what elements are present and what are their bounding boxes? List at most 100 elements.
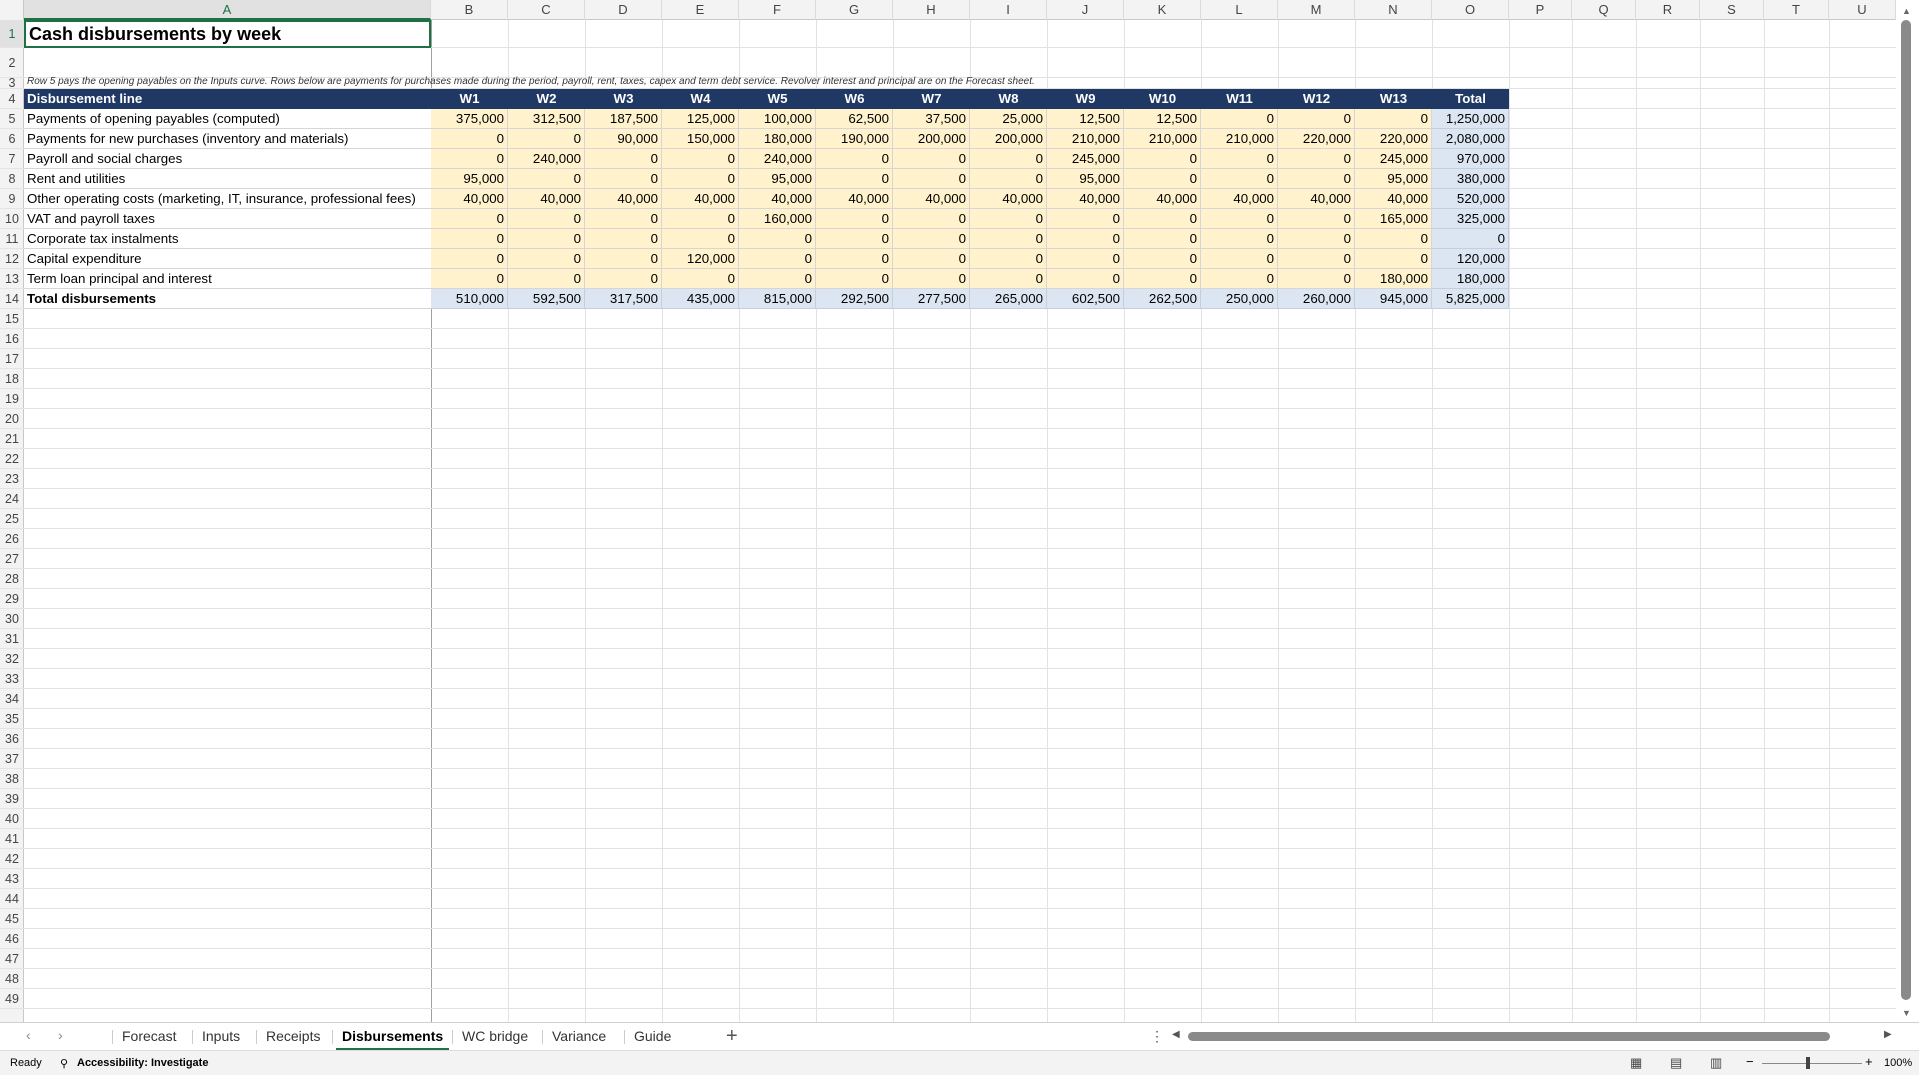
value-cell[interactable]: 0 bbox=[585, 169, 662, 189]
column-header-f[interactable]: F bbox=[739, 0, 816, 20]
value-cell[interactable]: 0 bbox=[1201, 269, 1278, 289]
row-header-35[interactable]: 35 bbox=[0, 709, 24, 729]
horizontal-scroll-thumb[interactable] bbox=[1188, 1032, 1830, 1041]
value-cell[interactable]: 0 bbox=[893, 269, 970, 289]
value-cell[interactable]: 0 bbox=[970, 269, 1047, 289]
sheet-tab-wc-bridge[interactable]: WC bridge bbox=[456, 1023, 534, 1051]
more-options-icon[interactable]: ⋮ bbox=[1150, 1028, 1164, 1045]
value-cell[interactable]: 0 bbox=[893, 149, 970, 169]
value-cell[interactable]: 0 bbox=[1278, 249, 1355, 269]
value-cell[interactable]: 40,000 bbox=[1047, 189, 1124, 209]
value-cell[interactable]: 0 bbox=[1124, 169, 1201, 189]
value-cell[interactable]: 40,000 bbox=[1278, 189, 1355, 209]
column-header-g[interactable]: G bbox=[816, 0, 893, 20]
value-cell[interactable]: 0 bbox=[1201, 169, 1278, 189]
value-cell[interactable]: 0 bbox=[1201, 109, 1278, 129]
column-header-p[interactable]: P bbox=[1509, 0, 1572, 20]
row-header-23[interactable]: 23 bbox=[0, 469, 24, 489]
value-cell[interactable]: 0 bbox=[508, 129, 585, 149]
row-label-cell[interactable]: Rent and utilities bbox=[24, 169, 431, 189]
total-value-cell[interactable]: 262,500 bbox=[1124, 289, 1201, 309]
value-cell[interactable]: 100,000 bbox=[739, 109, 816, 129]
row-label-cell[interactable]: Payroll and social charges bbox=[24, 149, 431, 169]
row-header-39[interactable]: 39 bbox=[0, 789, 24, 809]
table-header-cell[interactable]: Total bbox=[1432, 89, 1509, 109]
value-cell[interactable]: 0 bbox=[585, 229, 662, 249]
value-cell[interactable]: 0 bbox=[662, 269, 739, 289]
value-cell[interactable]: 160,000 bbox=[739, 209, 816, 229]
value-cell[interactable]: 0 bbox=[816, 229, 893, 249]
value-cell[interactable]: 0 bbox=[1124, 209, 1201, 229]
total-value-cell[interactable]: 317,500 bbox=[585, 289, 662, 309]
total-value-cell[interactable]: 292,500 bbox=[816, 289, 893, 309]
value-cell[interactable]: 380,000 bbox=[1432, 169, 1509, 189]
column-header-m[interactable]: M bbox=[1278, 0, 1355, 20]
column-header-h[interactable]: H bbox=[893, 0, 970, 20]
table-header-cell[interactable]: W6 bbox=[816, 89, 893, 109]
row-header-8[interactable]: 8 bbox=[0, 169, 24, 189]
value-cell[interactable]: 40,000 bbox=[816, 189, 893, 209]
value-cell[interactable]: 0 bbox=[1124, 149, 1201, 169]
value-cell[interactable]: 120,000 bbox=[662, 249, 739, 269]
value-cell[interactable]: 0 bbox=[1201, 209, 1278, 229]
total-value-cell[interactable]: 435,000 bbox=[662, 289, 739, 309]
value-cell[interactable]: 125,000 bbox=[662, 109, 739, 129]
column-header-q[interactable]: Q bbox=[1572, 0, 1636, 20]
vertical-scrollbar[interactable]: ▲ ▼ bbox=[1896, 0, 1919, 1022]
scroll-up-icon[interactable]: ▲ bbox=[1902, 6, 1911, 16]
row-header-2[interactable]: 2 bbox=[0, 48, 24, 78]
value-cell[interactable]: 0 bbox=[431, 129, 508, 149]
value-cell[interactable]: 40,000 bbox=[585, 189, 662, 209]
sheet-tab-receipts[interactable]: Receipts bbox=[260, 1023, 326, 1051]
row-header-44[interactable]: 44 bbox=[0, 889, 24, 909]
value-cell[interactable]: 150,000 bbox=[662, 129, 739, 149]
value-cell[interactable]: 40,000 bbox=[893, 189, 970, 209]
row-header-41[interactable]: 41 bbox=[0, 829, 24, 849]
row-header-42[interactable]: 42 bbox=[0, 849, 24, 869]
value-cell[interactable]: 0 bbox=[970, 249, 1047, 269]
page-break-icon[interactable]: ▥ bbox=[1710, 1055, 1722, 1071]
row-header-12[interactable]: 12 bbox=[0, 249, 24, 269]
row-label-cell[interactable]: Payments of opening payables (computed) bbox=[24, 109, 431, 129]
row-header-36[interactable]: 36 bbox=[0, 729, 24, 749]
scroll-down-icon[interactable]: ▼ bbox=[1902, 1008, 1911, 1018]
title-cell[interactable]: Cash disbursements by week bbox=[24, 20, 431, 48]
total-value-cell[interactable]: 260,000 bbox=[1278, 289, 1355, 309]
row-header-3[interactable]: 3 bbox=[0, 77, 24, 89]
sheet-tab-variance[interactable]: Variance bbox=[546, 1023, 612, 1051]
row-header-7[interactable]: 7 bbox=[0, 149, 24, 169]
row-header-20[interactable]: 20 bbox=[0, 409, 24, 429]
value-cell[interactable]: 25,000 bbox=[970, 109, 1047, 129]
zoom-slider-handle[interactable] bbox=[1806, 1057, 1810, 1069]
value-cell[interactable]: 165,000 bbox=[1355, 209, 1432, 229]
value-cell[interactable]: 40,000 bbox=[662, 189, 739, 209]
value-cell[interactable]: 375,000 bbox=[431, 109, 508, 129]
table-header-cell[interactable]: Disbursement line bbox=[24, 89, 431, 109]
value-cell[interactable]: 0 bbox=[662, 229, 739, 249]
row-header-37[interactable]: 37 bbox=[0, 749, 24, 769]
value-cell[interactable]: 210,000 bbox=[1124, 129, 1201, 149]
value-cell[interactable]: 0 bbox=[970, 209, 1047, 229]
value-cell[interactable]: 970,000 bbox=[1432, 149, 1509, 169]
table-header-cell[interactable]: W10 bbox=[1124, 89, 1201, 109]
value-cell[interactable]: 0 bbox=[1124, 249, 1201, 269]
value-cell[interactable]: 0 bbox=[508, 269, 585, 289]
value-cell[interactable]: 0 bbox=[739, 249, 816, 269]
add-sheet-icon[interactable]: + bbox=[726, 1025, 738, 1048]
table-header-cell[interactable]: W7 bbox=[893, 89, 970, 109]
row-header-24[interactable]: 24 bbox=[0, 489, 24, 509]
value-cell[interactable]: 0 bbox=[585, 249, 662, 269]
value-cell[interactable]: 0 bbox=[431, 229, 508, 249]
accessibility-icon[interactable]: ⚲ bbox=[60, 1057, 68, 1070]
row-header-4[interactable]: 4 bbox=[0, 89, 24, 109]
value-cell[interactable]: 180,000 bbox=[739, 129, 816, 149]
value-cell[interactable]: 200,000 bbox=[893, 129, 970, 149]
row-header-29[interactable]: 29 bbox=[0, 589, 24, 609]
value-cell[interactable]: 0 bbox=[508, 209, 585, 229]
row-header-38[interactable]: 38 bbox=[0, 769, 24, 789]
value-cell[interactable]: 40,000 bbox=[431, 189, 508, 209]
row-header-33[interactable]: 33 bbox=[0, 669, 24, 689]
value-cell[interactable]: 95,000 bbox=[1047, 169, 1124, 189]
value-cell[interactable]: 520,000 bbox=[1432, 189, 1509, 209]
value-cell[interactable]: 0 bbox=[970, 229, 1047, 249]
